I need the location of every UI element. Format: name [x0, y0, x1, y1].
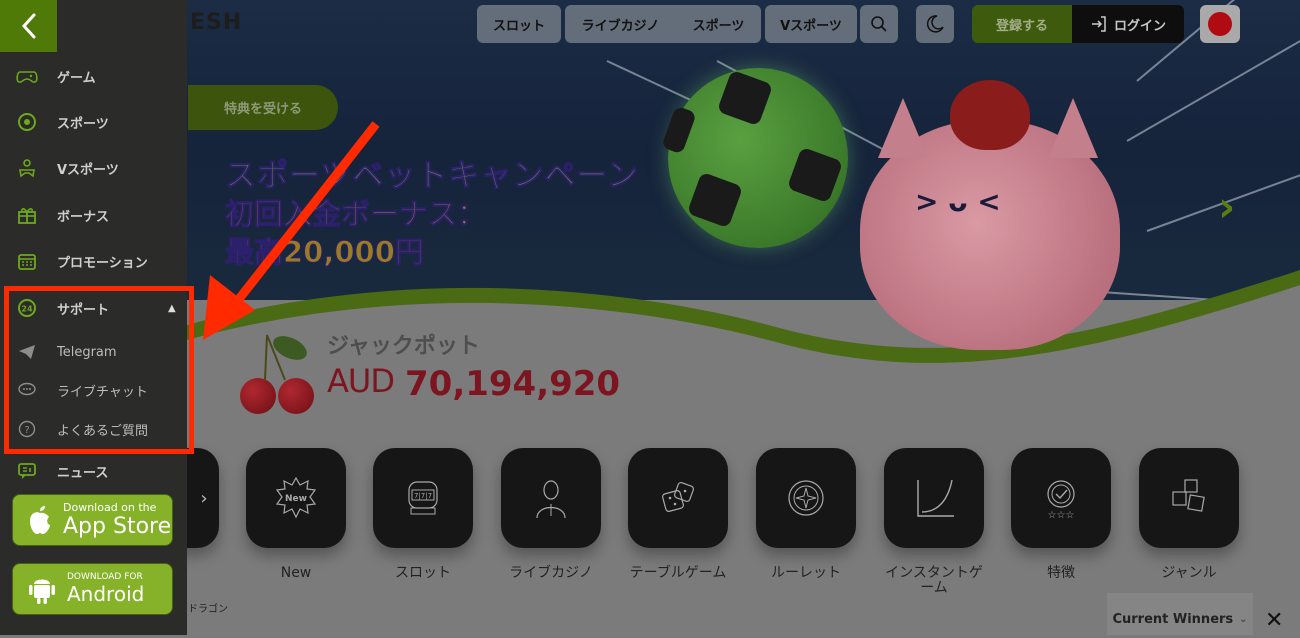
banner-subtitle-line1: 初回入金ボーナス：: [225, 195, 486, 233]
mascot-image: [860, 120, 1120, 350]
theme-toggle-button[interactable]: [916, 5, 954, 43]
soccer-ball-icon: [16, 111, 38, 133]
slot-machine-icon: 7|7|7: [401, 476, 445, 520]
claim-bonus-button[interactable]: 特典を受ける: [188, 85, 338, 130]
nav-sports[interactable]: スポーツ: [693, 15, 745, 34]
sidebar-item-label: Vスポーツ: [57, 159, 119, 178]
nav-vsports[interactable]: Vスポーツ: [765, 5, 857, 43]
banner-subtitle-line2: 最高20,000円: [225, 233, 486, 271]
sidebar-item-bonus[interactable]: ボーナス: [0, 195, 187, 235]
android-button[interactable]: DOWNLOAD FOR Android: [12, 563, 173, 615]
category-slots[interactable]: 7|7|7: [373, 448, 473, 548]
category-label: スロット: [358, 566, 488, 581]
news-icon: [16, 460, 38, 482]
login-button[interactable]: ログイン: [1072, 5, 1184, 43]
category-label: 特徴: [996, 566, 1126, 581]
category-live-casino[interactable]: [501, 448, 601, 548]
mascot-face: > ᴗ <: [915, 185, 1001, 218]
search-icon: [870, 15, 888, 33]
game-subtitle: ドラゴン: [188, 600, 228, 615]
banner-subtitle: 初回入金ボーナス： 最高20,000円: [225, 195, 486, 271]
jackpot-currency: AUD: [327, 362, 394, 400]
login-label: ログイン: [1114, 15, 1166, 34]
sidebar-item-label: ニュース: [57, 462, 108, 481]
sidebar-item-games[interactable]: ゲーム: [0, 56, 187, 96]
sidebar-back-button[interactable]: [0, 0, 57, 52]
category-label: New: [231, 566, 361, 581]
category-instant-games[interactable]: [884, 448, 984, 548]
current-winners-toggle[interactable]: Current Winners ⌄: [1107, 593, 1253, 635]
cubes-icon: [1167, 476, 1211, 520]
android-line1: DOWNLOAD FOR: [67, 572, 144, 582]
category-genre[interactable]: [1139, 448, 1239, 548]
curve-chart-icon: [912, 476, 956, 520]
category-table-games[interactable]: [628, 448, 728, 548]
live-dealer-icon: [529, 476, 573, 520]
nav-slots[interactable]: スロット: [477, 5, 561, 43]
category-features[interactable]: ☆☆☆: [1011, 448, 1111, 548]
soccer-ball-image: [668, 68, 848, 248]
app-store-line2: App Store: [63, 514, 171, 539]
login-icon: [1090, 15, 1108, 33]
site-logo[interactable]: ESH: [190, 10, 242, 35]
sidebar-item-vsports[interactable]: Vスポーツ: [0, 148, 187, 188]
banner-next-arrow[interactable]: ›: [1218, 182, 1235, 231]
sidebar-item-label: プロモーション: [57, 252, 148, 271]
app-store-line1: Download on the: [63, 501, 171, 514]
android-icon: [27, 572, 57, 606]
svg-text:New: New: [285, 494, 307, 504]
register-button[interactable]: 登録する: [972, 5, 1072, 43]
category-new[interactable]: New: [246, 448, 346, 548]
sidebar-item-label: ボーナス: [57, 206, 109, 225]
nav-live-casino[interactable]: ライブカジノ: [582, 15, 660, 34]
strawberry-image: [950, 80, 1030, 150]
new-badge-icon: New: [274, 476, 318, 520]
sidebar-item-label: ゲーム: [57, 67, 96, 86]
auth-group: 登録する ログイン: [972, 5, 1184, 43]
category-label: ルーレット: [741, 566, 871, 581]
sidebar-item-sports[interactable]: スポーツ: [0, 102, 187, 142]
category-label: ライブカジノ: [486, 566, 616, 581]
jackpot-amount: 70,194,920: [405, 364, 620, 404]
nav-live-casino-sports: ライブカジノ スポーツ: [565, 5, 761, 43]
dragon-icon: ›: [200, 488, 207, 509]
android-line2: Android: [67, 582, 144, 606]
top-nav: スロット ライブカジノ スポーツ Vスポーツ: [477, 5, 857, 43]
apple-icon: [23, 503, 57, 537]
sidebar-item-promotions[interactable]: プロモーション: [0, 241, 187, 281]
search-button[interactable]: [860, 5, 898, 43]
svg-text:7|7|7: 7|7|7: [414, 492, 432, 500]
close-icon[interactable]: ✕: [1265, 608, 1283, 633]
cherry-stem-icon: [255, 330, 315, 385]
category-label: インスタントゲーム: [884, 566, 984, 596]
dice-icon: [656, 476, 700, 520]
award-icon: ☆☆☆: [1039, 476, 1083, 520]
gift-icon: [16, 204, 38, 226]
roulette-icon: [784, 476, 828, 520]
language-selector[interactable]: [1200, 5, 1240, 43]
support-highlight-box: [4, 286, 194, 454]
category-roulette[interactable]: [756, 448, 856, 548]
gamepad-icon: [16, 65, 38, 87]
category-label: テーブルゲーム: [613, 566, 743, 581]
calendar-icon: [16, 250, 38, 272]
current-winners-label: Current Winners: [1112, 612, 1233, 627]
moon-icon: [925, 14, 945, 34]
app-store-button[interactable]: Download on the App Store: [12, 494, 173, 546]
sidebar-item-label: スポーツ: [57, 113, 109, 132]
japan-flag-icon: [1208, 12, 1232, 36]
jackpot-label: ジャックポット: [327, 328, 480, 360]
light-streak: [1127, 30, 1300, 142]
chevron-left-icon: [20, 13, 38, 39]
virtual-sports-icon: [16, 157, 38, 179]
sidebar-item-news[interactable]: ニュース: [0, 451, 187, 491]
banner-title: スポーツベットキャンペーン: [225, 150, 639, 195]
chevron-down-icon: ⌄: [1239, 614, 1247, 625]
svg-text:☆☆☆: ☆☆☆: [1048, 510, 1075, 520]
category-label: ジャンル: [1124, 566, 1254, 581]
